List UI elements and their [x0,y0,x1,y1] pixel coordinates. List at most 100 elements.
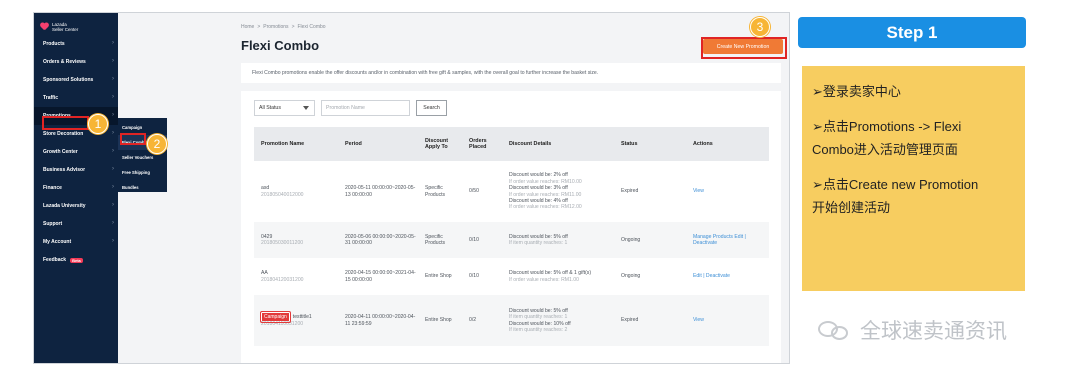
discount-apply-to: Entire Shop [418,258,462,295]
discount-apply-to: Specific Products [418,161,462,222]
view-link[interactable]: View [693,317,704,323]
logo: Lazada Seller Center [34,13,118,35]
promotion-name: AA [261,270,268,277]
promotion-id: 201804110031200 [261,320,304,327]
sidebar-item-traffic[interactable]: Traffic › [34,89,118,107]
sidebar-item-support[interactable]: Support › [34,215,118,233]
orders-placed: 0/50 [462,161,502,222]
col-period: Period [338,127,418,161]
step-line-create: ➢点击Create new Promotion [812,177,979,192]
step-header: Step 1 [798,17,1026,48]
table-header-row: Promotion Name Period Discount Apply To … [254,127,769,161]
sidebar-item-orders[interactable]: Orders & Reviews › [34,53,118,71]
promotion-period: 2020-04-11 00:00:00~2020-04-11 23:59:59 [338,295,418,346]
orders-placed: 0/10 [462,258,502,295]
discount-details: Discount would be: 2% off If order value … [502,161,614,222]
lazada-heart-icon [40,23,49,31]
promotion-name: asd [261,185,270,192]
watermark: 全球速卖通资讯 [818,315,1007,345]
sidebar-item-my-account[interactable]: My Account › [34,233,118,251]
orders-placed: 0/10 [462,222,502,258]
sidebar-item-products[interactable]: Products › [34,35,118,53]
chevron-right-icon: › [112,130,114,136]
highlight-promotions [42,116,89,130]
watermark-text: 全球速卖通资讯 [860,320,1007,343]
status-select[interactable]: All Status [254,100,315,116]
step-instructions: ➢登录卖家中心 ➢点击Promotions -> Flexi Combo进入活动… [802,66,1025,291]
wechat-icon [818,319,852,341]
promotion-name-input[interactable]: Promotion Name [321,100,410,116]
chevron-right-icon: › [112,40,114,46]
discount-apply-to: Entire Shop [418,295,462,346]
promotion-status: Ongoing [614,258,686,295]
table-row: asd 201805040012000 2020-05-11 00:00:00~2… [254,161,769,222]
promotion-list-card: All Status Promotion Name Search Promoti… [241,91,781,363]
chevron-right-icon: › [112,184,114,190]
sidebar-item-finance[interactable]: Finance › [34,179,118,197]
edit-deactivate-links[interactable]: Edit | Deactivate [693,273,730,279]
orders-placed: 0/2 [462,295,502,346]
col-discount-details: Discount Details [502,127,614,161]
main-content: Home > Promotions > Flexi Combo Flexi Combo … [167,13,789,363]
chevron-right-icon: › [112,76,114,82]
sidebar-item-business-advisor[interactable]: Business Advisor › [34,161,118,179]
sidebar: Lazada Seller Center Products › Orders & … [34,13,118,363]
intro-text: Flexi Combo promotions enable the offer … [241,63,781,83]
chevron-right-icon: › [112,112,114,118]
step-line-login: ➢登录卖家中心 [812,84,901,99]
breadcrumb-home[interactable]: Home [241,24,254,30]
page-title: Flexi Combo [241,38,320,53]
highlight-create-button [701,37,787,59]
chevron-right-icon: › [112,94,114,100]
logo-subtitle: Seller Center [52,26,79,32]
promotions-submenu: Campaign Flexi Combo Seller Vouchers Fre… [118,118,167,192]
table-row: AA 201804120031200 2020-04-15 00:00:00~20… [254,258,769,295]
highlight-flexi-combo [120,133,146,145]
step-marker-3: 3 [750,17,770,37]
chevron-right-icon: › [112,58,114,64]
discount-details: Discount would be: 5% off If item quantit… [502,295,614,346]
chevron-right-icon: › [112,220,114,226]
promotion-period: 2020-05-06 00:00:00~2020-05-31 00:00:00 [338,222,418,258]
col-orders-placed: Orders Placed [462,127,502,161]
chevron-right-icon: › [112,238,114,244]
seller-center-screenshot: Lazada Seller Center Products › Orders & … [33,12,790,364]
col-status: Status [614,127,686,161]
promotion-id: 201805040012000 [261,191,304,198]
promotion-id: 201804120031200 [261,276,304,283]
step-marker-2: 2 [147,134,167,154]
chevron-right-icon: › [112,148,114,154]
submenu-item-bundles[interactable]: Bundles [118,180,167,195]
discount-details: Discount would be: 5% off If item quantit… [502,222,614,258]
promotion-status: Expired [614,295,686,346]
sidebar-item-lazada-university[interactable]: Lazada University › [34,197,118,215]
search-button[interactable]: Search [416,100,447,116]
view-link[interactable]: View [693,188,704,194]
table-row: Campaign testtitle1 201804110031200 2020-0… [254,295,769,346]
promotion-period: 2020-04-15 00:00:00~2021-04-15 00:00:00 [338,258,418,295]
promotion-table: Promotion Name Period Discount Apply To … [254,127,769,346]
step-line-flexi-combo: Combo进入活动管理页面 [812,142,958,157]
sidebar-item-feedback[interactable]: Feedback Beta [34,251,118,269]
promotion-period: 2020-05-11 00:00:00~2020-05-13 00:00:00 [338,161,418,222]
chevron-right-icon: › [112,166,114,172]
chevron-right-icon: › [112,202,114,208]
step-line-click-promotions: ➢点击Promotions -> Flexi [812,119,962,134]
step-line-start: 开始创建活动 [812,200,891,215]
col-discount-apply-to: Discount Apply To [418,127,462,161]
caret-down-icon [303,106,309,110]
sidebar-item-growth-center[interactable]: Growth Center › [34,143,118,161]
manage-edit-deactivate-links[interactable]: Manage Products Edit | Deactivate [693,234,746,246]
table-row: 0429 201805030011200 2020-05-06 00:00:00~… [254,222,769,258]
submenu-item-free-shipping[interactable]: Free Shipping [118,165,167,180]
discount-details: Discount would be: 5% off & 1 gift(s) If … [502,258,614,295]
filter-row: All Status Promotion Name Search [254,100,447,116]
breadcrumb-promotions[interactable]: Promotions [263,24,288,30]
col-actions: Actions [686,127,769,161]
sidebar-item-sponsored[interactable]: Sponsored Solutions › [34,71,118,89]
promotion-status: Expired [614,161,686,222]
promotion-name: 0429 [261,233,273,240]
promotion-status: Ongoing [614,222,686,258]
discount-apply-to: Specific Products [418,222,462,258]
breadcrumb: Home > Promotions > Flexi Combo [241,24,326,30]
